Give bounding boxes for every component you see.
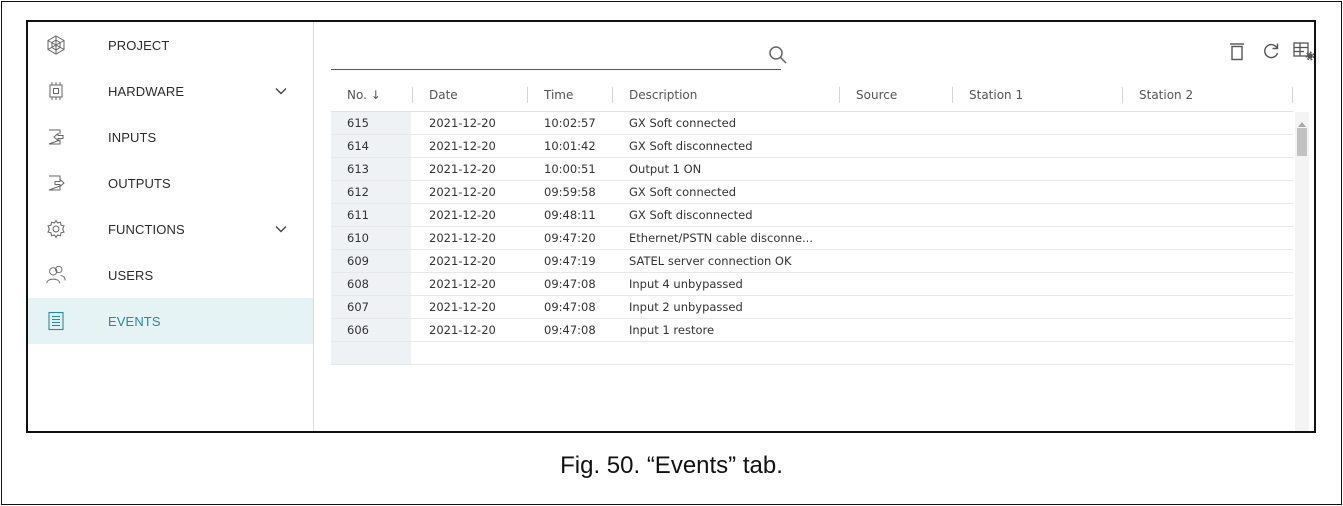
cell-no: 607 (331, 296, 411, 318)
table-settings-icon[interactable] (1292, 40, 1314, 62)
cell-time: 09:47:20 (544, 231, 596, 245)
cell-no: 610 (331, 227, 411, 249)
sidebar-item-inputs[interactable]: INPUTS (28, 114, 313, 160)
search-bar (331, 40, 787, 70)
hardware-icon (45, 80, 67, 102)
events-icon (45, 310, 67, 332)
search-input[interactable] (331, 40, 741, 68)
chevron-down-icon[interactable] (274, 222, 288, 236)
cell-time: 09:59:58 (544, 185, 596, 199)
column-header-source[interactable]: Source (840, 78, 950, 112)
cell-date: 2021-12-20 (429, 116, 496, 130)
cell-description: Ethernet/PSTN cable disconne... (629, 231, 813, 245)
cell-date: 2021-12-20 (429, 277, 496, 291)
vertical-scrollbar[interactable] (1295, 112, 1309, 431)
cell-time: 10:00:51 (544, 162, 596, 176)
cell-date: 2021-12-20 (429, 300, 496, 314)
cell-time: 09:47:08 (544, 323, 596, 337)
cell-time: 09:47:08 (544, 277, 596, 291)
sidebar-item-outputs[interactable]: OUTPUTS (28, 160, 313, 206)
cell-description: GX Soft connected (629, 185, 737, 199)
table-row[interactable]: 610 2021-12-20 09:47:20 Ethernet/PSTN ca… (331, 227, 1293, 250)
sidebar-item-hardware[interactable]: HARDWARE (28, 68, 313, 114)
events-table: No. ↓ Date Time Description Source Stati… (315, 74, 1314, 431)
sidebar-item-label: INPUTS (108, 129, 157, 145)
cell-time: 09:47:19 (544, 254, 596, 268)
cell-description: Output 1 ON (629, 162, 702, 176)
column-divider[interactable] (1292, 87, 1293, 103)
sidebar-item-users[interactable]: USERS (28, 252, 313, 298)
cell-no: 606 (331, 319, 411, 341)
column-header-time[interactable]: Time (528, 78, 610, 112)
cell-no: 609 (331, 250, 411, 272)
sidebar-item-functions[interactable]: FUNCTIONS (28, 206, 313, 252)
table-row[interactable]: 612 2021-12-20 09:59:58 GX Soft connecte… (331, 181, 1293, 204)
search-icon[interactable] (767, 44, 789, 66)
cell-date: 2021-12-20 (429, 323, 496, 337)
outputs-icon (45, 172, 67, 194)
cell-date: 2021-12-20 (429, 162, 496, 176)
cell-date: 2021-12-20 (429, 185, 496, 199)
table-row[interactable] (331, 342, 1293, 365)
cell-no: 612 (331, 181, 411, 203)
sidebar: PROJECT HARDWARE INPUTS OUTPUTS FUNCTION… (28, 22, 314, 431)
figure-caption: Fig. 50. “Events” tab. (560, 452, 783, 479)
table-row[interactable]: 615 2021-12-20 10:02:57 GX Soft connecte… (331, 112, 1293, 135)
sidebar-item-label: EVENTS (108, 313, 161, 329)
refresh-icon[interactable] (1260, 40, 1282, 62)
cell-date: 2021-12-20 (429, 231, 496, 245)
inputs-icon (45, 126, 67, 148)
column-header-station-2[interactable]: Station 2 (1123, 78, 1291, 112)
cell-description: GX Soft connected (629, 116, 737, 130)
cell-time: 09:47:08 (544, 300, 596, 314)
cell-time: 10:02:57 (544, 116, 596, 130)
table-row[interactable]: 614 2021-12-20 10:01:42 GX Soft disconne… (331, 135, 1293, 158)
table-row[interactable]: 608 2021-12-20 09:47:08 Input 4 unbypass… (331, 273, 1293, 296)
column-header-description[interactable]: Description (613, 78, 837, 112)
cell-description: Input 4 unbypassed (629, 277, 743, 291)
gear-icon (45, 218, 67, 240)
project-icon (45, 34, 67, 56)
table-body: 615 2021-12-20 10:02:57 GX Soft connecte… (331, 112, 1293, 431)
users-icon (45, 264, 67, 286)
sidebar-item-label: FUNCTIONS (108, 221, 185, 237)
table-row[interactable]: 607 2021-12-20 09:47:08 Input 2 unbypass… (331, 296, 1293, 319)
cell-no: 613 (331, 158, 411, 180)
scroll-up-arrow-icon[interactable] (1298, 114, 1306, 127)
cell-time: 09:48:11 (544, 208, 596, 222)
table-header: No. ↓ Date Time Description Source Stati… (331, 78, 1293, 112)
cell-description: SATEL server connection OK (629, 254, 792, 268)
cell-description: GX Soft disconnected (629, 208, 753, 222)
app-window: PROJECT HARDWARE INPUTS OUTPUTS FUNCTION… (26, 20, 1316, 433)
cell-no: 614 (331, 135, 411, 157)
table-row[interactable]: 609 2021-12-20 09:47:19 SATEL server con… (331, 250, 1293, 273)
column-header-station-1[interactable]: Station 1 (953, 78, 1121, 112)
cell-description: Input 1 restore (629, 323, 715, 337)
sidebar-item-label: PROJECT (108, 37, 170, 53)
sidebar-item-label: HARDWARE (108, 83, 185, 99)
cell-time: 10:01:42 (544, 139, 596, 153)
sidebar-item-events[interactable]: EVENTS (28, 298, 313, 344)
cell-no: 615 (331, 112, 411, 134)
cell-no (331, 342, 411, 364)
table-row[interactable]: 606 2021-12-20 09:47:08 Input 1 restore (331, 319, 1293, 342)
table-row[interactable]: 611 2021-12-20 09:48:11 GX Soft disconne… (331, 204, 1293, 227)
scrollbar-thumb[interactable] (1297, 128, 1307, 156)
delete-icon[interactable] (1226, 40, 1248, 62)
sidebar-item-label: OUTPUTS (108, 175, 171, 191)
cell-no: 611 (331, 204, 411, 226)
table-row[interactable]: 613 2021-12-20 10:00:51 Output 1 ON (331, 158, 1293, 181)
column-header-no[interactable]: No. ↓ (331, 78, 411, 112)
cell-date: 2021-12-20 (429, 208, 496, 222)
cell-no: 608 (331, 273, 411, 295)
cell-description: Input 2 unbypassed (629, 300, 743, 314)
column-header-date[interactable]: Date (413, 78, 525, 112)
sidebar-item-label: USERS (108, 267, 154, 283)
cell-date: 2021-12-20 (429, 139, 496, 153)
cell-description: GX Soft disconnected (629, 139, 753, 153)
toolbar (315, 22, 1314, 74)
chevron-down-icon[interactable] (274, 84, 288, 98)
cell-date: 2021-12-20 (429, 254, 496, 268)
sidebar-item-project[interactable]: PROJECT (28, 22, 313, 68)
